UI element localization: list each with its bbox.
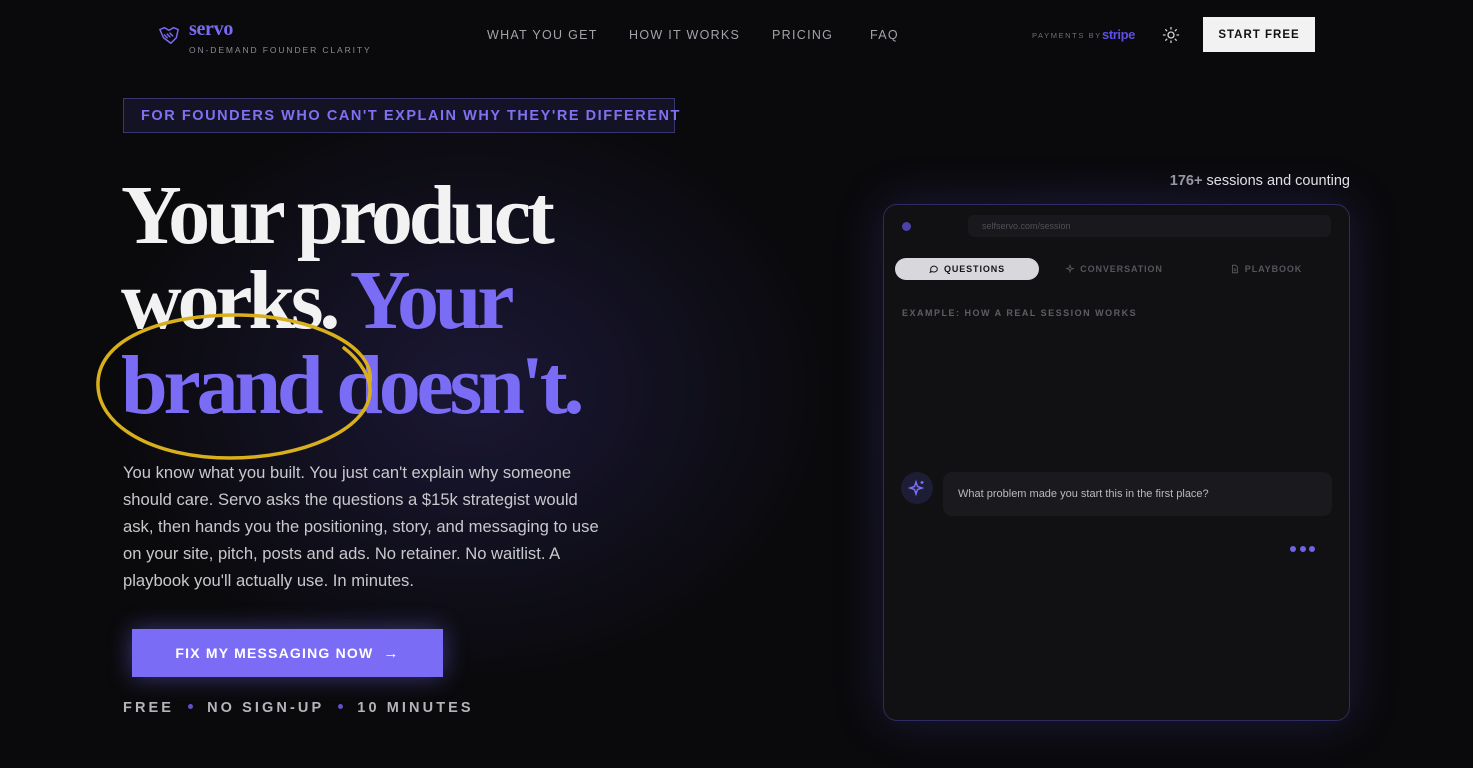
assistant-avatar	[901, 472, 933, 504]
headline-line-2: works. Your	[121, 259, 515, 343]
headline-line-1: Your product	[121, 169, 555, 262]
question-bubble: What problem made you start this in the …	[943, 472, 1332, 516]
arrow-right-icon: →	[383, 644, 400, 662]
headline-works: works.	[121, 254, 340, 347]
start-free-button[interactable]: START FREE	[1203, 17, 1315, 52]
tab-questions-label: QUESTIONS	[943, 264, 1006, 274]
fix-messaging-label: FIX MY MESSAGING NOW	[175, 644, 374, 661]
meta-duration: 10 MINUTES	[357, 700, 474, 716]
sessions-count: 176+	[1169, 173, 1203, 189]
headline-line-3: brand doesn't.	[121, 339, 585, 432]
brand-name[interactable]: servo	[189, 18, 233, 41]
tab-conversation[interactable]: CONVERSATION	[1049, 258, 1179, 280]
nav-link-pricing[interactable]: PRICING	[772, 28, 833, 42]
stripe-logo: stripe	[1102, 27, 1136, 42]
tab-conversation-label: CONVERSATION	[1080, 264, 1163, 274]
sun-theme-toggle-icon[interactable]	[1162, 26, 1180, 44]
bullet-dot	[338, 703, 344, 709]
window-dot	[902, 222, 911, 231]
headline-your: Your	[349, 254, 515, 347]
offer-meta: FREE NO SIGN-UP 10 MINUTES	[123, 700, 474, 716]
meta-free: FREE	[123, 700, 175, 716]
payments-label: PAYMENTS BY	[1032, 31, 1102, 40]
chat-bubble-icon	[929, 265, 938, 273]
top-nav: servo ON-DEMAND FOUNDER CLARITY WHAT YOU…	[0, 0, 1473, 70]
handshake-logo-icon	[159, 26, 179, 44]
tab-playbook[interactable]: PLAYBOOK	[1199, 258, 1333, 280]
document-icon	[1231, 264, 1238, 273]
nav-link-what-you-get[interactable]: WHAT YOU GET	[487, 28, 598, 42]
sparkles-icon	[1065, 263, 1075, 273]
meta-no-signup: NO SIGN-UP	[207, 700, 325, 716]
bullet-dot	[188, 703, 194, 709]
audience-badge: FOR FOUNDERS WHO CAN'T EXPLAIN WHY THEY'…	[123, 98, 679, 133]
fix-messaging-button[interactable]: FIX MY MESSAGING NOW →	[132, 629, 443, 677]
nav-link-faq[interactable]: FAQ	[870, 28, 899, 42]
nav-link-how-it-works[interactable]: HOW IT WORKS	[629, 28, 740, 42]
tab-playbook-label: PLAYBOOK	[1244, 264, 1303, 274]
sparkle-icon	[907, 479, 925, 497]
typing-indicator	[1290, 539, 1319, 557]
sessions-counter: 176+ sessions and counting	[1120, 173, 1350, 189]
tab-questions[interactable]: QUESTIONS	[895, 258, 1039, 280]
brand-tagline: ON-DEMAND FOUNDER CLARITY	[189, 45, 372, 55]
hero-description: You know what you built. You just can't …	[123, 463, 599, 590]
url-bar: selfservo.com/session	[968, 215, 1331, 237]
sessions-label: sessions and counting	[1206, 173, 1351, 189]
session-preview-window: selfservo.com/session QUESTIONS CONVERSA…	[883, 204, 1350, 721]
audience-badge-text: FOR FOUNDERS WHO CAN'T EXPLAIN WHY THEY'…	[141, 108, 681, 124]
example-label: EXAMPLE: HOW A REAL SESSION WORKS	[902, 308, 1138, 318]
